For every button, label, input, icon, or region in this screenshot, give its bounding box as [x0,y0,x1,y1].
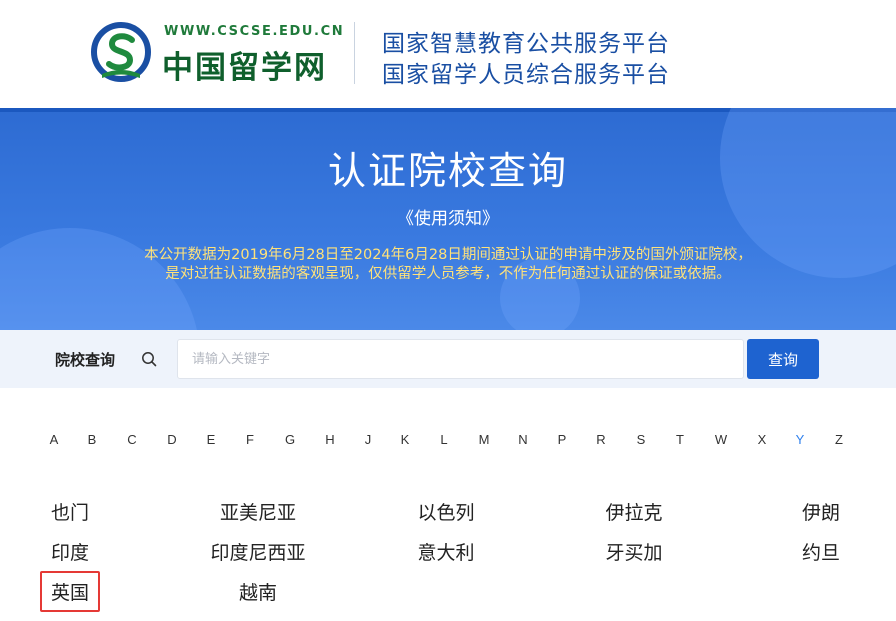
alphabet-letter-w[interactable]: W [715,432,727,447]
search-button[interactable]: 查询 [747,339,819,379]
alphabet-letter-a[interactable]: A [50,432,59,447]
search-icon [121,340,177,378]
alphabet-letter-s[interactable]: S [637,432,646,447]
alphabet-letter-p[interactable]: P [558,432,567,447]
alphabet-letter-e[interactable]: E [207,432,216,447]
site-logo[interactable]: WWW.CSCSE.EDU.CN 中国留学网 [88,20,348,86]
alphabet-letter-j[interactable]: J [365,432,372,447]
alphabet-letter-g[interactable]: G [285,432,295,447]
country-item[interactable]: 越南 [239,578,277,605]
alphabet-letter-t[interactable]: T [676,432,684,447]
alphabet-letter-m[interactable]: M [479,432,490,447]
site-header: WWW.CSCSE.EDU.CN 中国留学网 国家智慧教育公共服务平台 国家留学… [0,0,896,108]
country-item[interactable]: 以色列 [417,498,474,525]
country-item[interactable]: 印度尼西亚 [210,538,305,565]
alphabet-letter-f[interactable]: F [246,432,254,447]
alphabet-letter-x[interactable]: X [758,432,767,447]
disclaimer-line-2: 是对过往认证数据的客观呈现，仅供留学人员参考，不作为任何通过认证的保证或依据。 [165,266,731,282]
platform-name-2: 国家留学人员综合服务平台 [382,62,670,88]
usage-notice-link[interactable]: 《使用须知》 [0,204,896,229]
country-item[interactable]: 也门 [51,498,89,525]
data-disclaimer: 本公开数据为2019年6月28日至2024年6月28日期间通过认证的申请中涉及的… [0,246,896,284]
alphabet-letter-y[interactable]: Y [796,432,805,447]
search-bar: 院校查询 查询 [0,330,896,388]
country-item[interactable]: 意大利 [417,538,474,565]
country-item[interactable]: 英国 [39,571,101,612]
page-title: 认证院校查询 [327,149,568,193]
country-item[interactable]: 伊朗 [802,498,840,525]
alphabet-letter-d[interactable]: D [167,432,176,447]
alphabet-letter-b[interactable]: B [88,432,97,447]
alphabet-filter: ABCDEFGHJKLMNPRSTWXYZ [0,432,896,452]
search-input[interactable] [177,339,744,379]
alphabet-letter-h[interactable]: H [325,432,334,447]
alphabet-letter-c[interactable]: C [127,432,136,447]
country-item[interactable]: 亚美尼亚 [220,498,296,525]
country-item[interactable]: 约旦 [802,538,840,565]
alphabet-letter-k[interactable]: K [401,432,410,447]
search-label: 院校查询 [55,351,116,369]
alphabet-letter-n[interactable]: N [518,432,527,447]
country-item[interactable]: 印度 [51,538,89,565]
header-divider [354,22,355,84]
hero-banner: 认证院校查询 《使用须知》 本公开数据为2019年6月28日至2024年6月28… [0,108,896,330]
logo-name: 中国留学网 [162,50,327,86]
disclaimer-line-1: 本公开数据为2019年6月28日至2024年6月28日期间通过认证的申请中涉及的… [144,247,752,263]
alphabet-letter-z[interactable]: Z [835,432,843,447]
alphabet-letter-r[interactable]: R [596,432,605,447]
country-item[interactable]: 伊拉克 [605,498,662,525]
magnifier-icon [142,352,157,367]
logo-url-text: WWW.CSCSE.EDU.CN [164,24,345,39]
cscse-logo-icon [91,22,151,82]
platform-name-1: 国家智慧教育公共服务平台 [382,31,670,57]
alphabet-letter-l[interactable]: L [440,432,447,447]
country-item[interactable]: 牙买加 [605,538,662,565]
